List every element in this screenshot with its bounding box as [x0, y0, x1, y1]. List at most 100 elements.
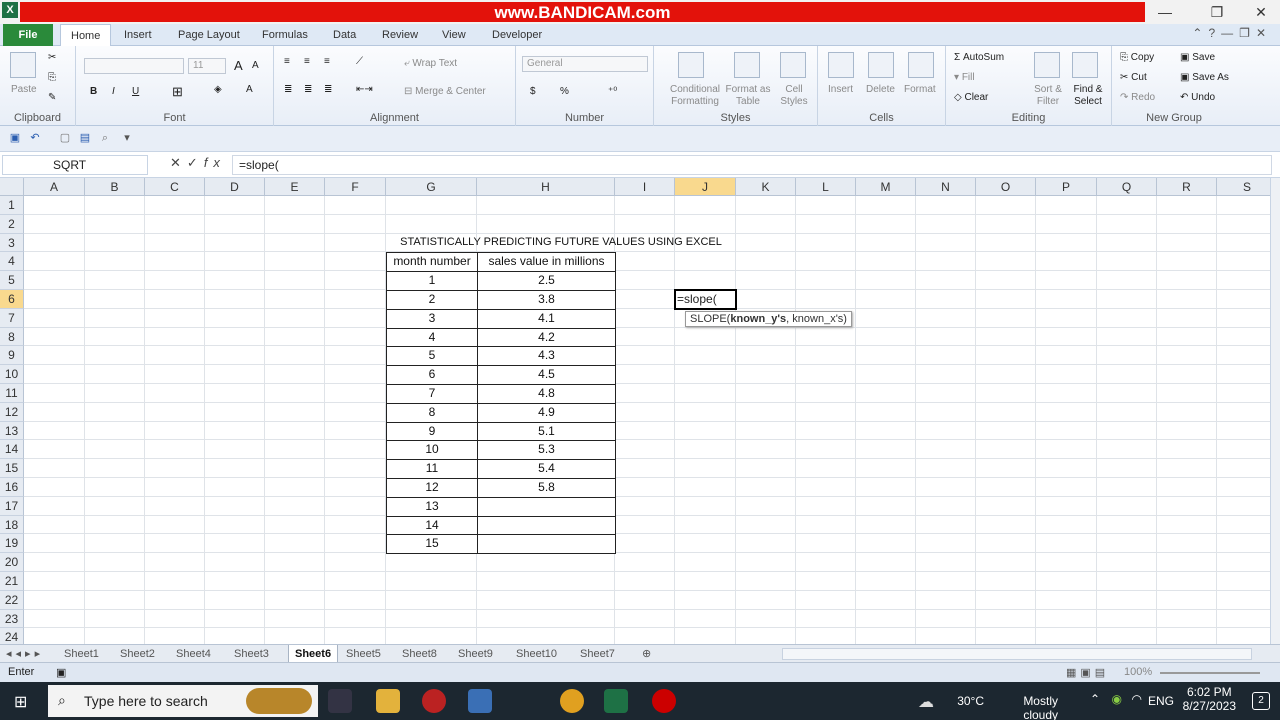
cell-styles-icon[interactable] [780, 52, 806, 78]
tab-home[interactable]: Home [60, 24, 112, 47]
conditional-formatting-icon[interactable] [678, 52, 704, 78]
column-header-m[interactable]: M [856, 178, 916, 196]
active-cell-j6[interactable]: =slope( [674, 289, 737, 310]
restore-button[interactable]: ❐ [1202, 2, 1232, 22]
zoom-level[interactable]: 100% [1124, 666, 1152, 678]
row-header-7[interactable]: 7 [0, 308, 24, 328]
cell-month-number[interactable]: 15 [386, 534, 478, 555]
task-view-icon[interactable] [328, 689, 352, 713]
align-left-icon[interactable]: ≣ [284, 84, 292, 95]
column-header-o[interactable]: O [976, 178, 1036, 196]
delete-cells-icon[interactable] [868, 52, 894, 78]
insert-function-icon[interactable]: fx [204, 155, 226, 170]
font-name-combo[interactable] [84, 58, 184, 74]
tab-page-layout[interactable]: Page Layout [178, 24, 240, 46]
cell-sales-value[interactable]: 4.8 [477, 384, 616, 404]
cell-sales-value[interactable]: 5.3 [477, 440, 616, 461]
align-right-icon[interactable]: ≣ [324, 84, 332, 95]
window-close-icon[interactable]: ✕ [1256, 26, 1272, 40]
merge-center-button[interactable]: ⊟ Merge & Center [404, 86, 486, 97]
cell-sales-value[interactable]: 4.1 [477, 308, 616, 329]
row-header-8[interactable]: 8 [0, 327, 24, 347]
cut-icon[interactable]: ✂ [48, 52, 56, 63]
file-explorer-icon[interactable] [376, 689, 400, 713]
column-header-h[interactable]: H [477, 178, 615, 196]
row-header-4[interactable]: 4 [0, 252, 24, 272]
cell-month-number[interactable]: 10 [386, 440, 478, 461]
copy-icon[interactable]: ⎘ [48, 72, 56, 83]
windows-start-icon[interactable]: ⊞ [14, 692, 27, 712]
find-select-button[interactable]: Find & Select [1068, 84, 1108, 108]
insert-cells-icon[interactable] [828, 52, 854, 78]
sheet-nav-arrows-icon[interactable]: ◂◂▸▸ [6, 645, 44, 663]
sheet-tab-sheet2[interactable]: Sheet2 [120, 645, 155, 663]
sheet-tab-sheet9[interactable]: Sheet9 [458, 645, 493, 663]
sort-filter-button[interactable]: Sort & Filter [1030, 84, 1066, 108]
window-restore-icon[interactable]: ❐ [1239, 26, 1256, 40]
column-header-l[interactable]: L [796, 178, 856, 196]
number-format-combo[interactable]: General [522, 56, 648, 72]
row-header-6[interactable]: 6 [0, 290, 24, 309]
format-table-icon[interactable] [734, 52, 760, 78]
new-sheet-icon[interactable]: ⊕ [642, 645, 651, 663]
cell-sales-value[interactable] [477, 515, 616, 536]
fill-button[interactable]: ▾ Fill [954, 72, 975, 83]
column-header-p[interactable]: P [1036, 178, 1097, 196]
column-header-j[interactable]: J [675, 178, 736, 196]
tab-file[interactable]: File [3, 24, 53, 46]
cell-sales-value[interactable] [477, 496, 616, 517]
bandicam-record-icon[interactable] [652, 689, 676, 713]
cell-month-number[interactable]: 13 [386, 496, 478, 517]
formula-input[interactable]: =slope( [232, 155, 1272, 175]
align-center-icon[interactable]: ≣ [304, 84, 312, 95]
cell-sales-value[interactable]: 4.5 [477, 365, 616, 385]
align-top-icon[interactable]: ≡ [284, 56, 290, 67]
qat-save-icon[interactable]: ▣ [8, 131, 22, 145]
paste-icon[interactable] [10, 52, 36, 78]
copy-button[interactable]: ⎘ Copy [1120, 52, 1154, 63]
cell-sales-value[interactable] [477, 534, 616, 555]
cell-month-number[interactable]: 5 [386, 346, 478, 367]
cell-sales-value[interactable]: 5.1 [477, 421, 616, 442]
paste-button[interactable]: Paste [11, 84, 37, 95]
cell-month-number[interactable]: 3 [386, 308, 478, 329]
sheet-tab-sheet5[interactable]: Sheet5 [346, 645, 381, 663]
column-header-f[interactable]: F [325, 178, 386, 196]
row-header-12[interactable]: 12 [0, 402, 24, 422]
decimal-icon[interactable]: ⁺⁰ [608, 86, 617, 97]
font-color-icon[interactable]: A [246, 84, 253, 95]
row-header-23[interactable]: 23 [0, 609, 24, 629]
zoom-slider[interactable] [1160, 672, 1260, 674]
row-header-10[interactable]: 10 [0, 365, 24, 384]
borders-icon[interactable]: ⊞ [172, 84, 183, 100]
underline-button[interactable]: U [132, 86, 139, 97]
sheet-tab-sheet3[interactable]: Sheet3 [234, 645, 269, 663]
worksheet-grid[interactable]: ABCDEFGHIJKLMNOPQRS 1 2 3 4 5 6 7 8 9 10 11 12 13 14 1… [0, 178, 1270, 644]
weather-temp[interactable]: 30°C [957, 694, 984, 708]
ribbon-window-controls[interactable]: ⌃?—❐✕ [1192, 26, 1272, 40]
vertical-scrollbar[interactable] [1270, 178, 1280, 644]
cell-month-number[interactable]: 12 [386, 478, 478, 498]
insert-cells-button[interactable]: Insert [828, 84, 853, 95]
planet-widget-icon[interactable] [246, 688, 312, 714]
row-header-16[interactable]: 16 [0, 478, 24, 497]
row-header-11[interactable]: 11 [0, 384, 24, 403]
row-header-17[interactable]: 17 [0, 496, 24, 516]
notification-badge[interactable]: 2 [1252, 692, 1270, 710]
conditional-formatting-button[interactable]: Conditional Formatting [660, 84, 730, 108]
tab-developer[interactable]: Developer [492, 24, 542, 46]
sheet-tab-sheet8[interactable]: Sheet8 [402, 645, 437, 663]
excel-taskbar-icon[interactable] [604, 689, 628, 713]
row-header-15[interactable]: 15 [0, 459, 24, 478]
view-buttons-icon[interactable]: ▦▣▤ [1066, 666, 1109, 679]
format-cells-icon[interactable] [908, 52, 934, 78]
column-header-r[interactable]: R [1157, 178, 1217, 196]
cell-month-number[interactable]: 7 [386, 384, 478, 404]
save-button[interactable]: ▣ Save [1180, 52, 1215, 63]
sheet-tab-sheet6[interactable]: Sheet6 [288, 645, 339, 663]
cell-month-number[interactable]: 9 [386, 421, 478, 442]
column-header-s[interactable]: S [1217, 178, 1270, 196]
percent-button[interactable]: % [560, 86, 569, 97]
fill-color-icon[interactable]: ◈ [214, 84, 222, 95]
row-header-20[interactable]: 20 [0, 553, 24, 572]
